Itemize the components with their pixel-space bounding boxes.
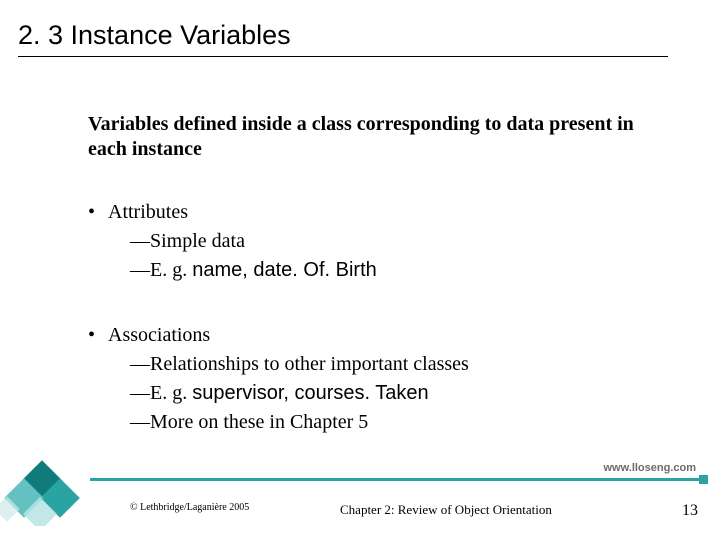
divider-bar bbox=[90, 478, 706, 481]
sub-text: E. g. bbox=[150, 259, 192, 281]
bullet-label: Associations bbox=[108, 321, 210, 350]
slide-title: 2. 3 Instance Variables bbox=[18, 20, 291, 51]
sub-item: —Relationships to other important classe… bbox=[88, 350, 648, 379]
bullet-label: Attributes bbox=[108, 198, 188, 227]
corner-decoration-icon bbox=[0, 446, 108, 526]
site-url: www.lloseng.com bbox=[604, 462, 697, 474]
bullet-item: • Attributes bbox=[88, 198, 648, 227]
sub-text-code: supervisor, courses. Taken bbox=[192, 382, 428, 404]
bullet-group: • Associations —Relationships to other i… bbox=[88, 321, 648, 437]
dash-icon: — bbox=[130, 350, 150, 379]
sub-text-code: name, date. Of. Birth bbox=[192, 259, 377, 281]
dash-icon: — bbox=[130, 256, 150, 285]
sub-item: —E. g. name, date. Of. Birth bbox=[88, 256, 648, 285]
slide: 2. 3 Instance Variables Variables define… bbox=[0, 0, 720, 540]
intro-text: Variables defined inside a class corresp… bbox=[88, 112, 648, 162]
sub-item: —More on these in Chapter 5 bbox=[88, 408, 648, 437]
bullet-group: • Attributes —Simple data —E. g. name, d… bbox=[88, 198, 648, 285]
sub-item: —Simple data bbox=[88, 227, 648, 256]
dash-icon: — bbox=[130, 227, 150, 256]
chapter-text: Chapter 2: Review of Object Orientation bbox=[340, 502, 552, 518]
dash-icon: — bbox=[130, 408, 150, 437]
sub-text: Simple data bbox=[150, 230, 245, 252]
bullet-dot-icon: • bbox=[88, 198, 108, 227]
sub-text: More on these in Chapter 5 bbox=[150, 411, 368, 433]
sub-text: Relationships to other important classes bbox=[150, 353, 469, 375]
sub-text: E. g. bbox=[150, 382, 192, 404]
copyright-text: © Lethbridge/Laganière 2005 bbox=[130, 502, 249, 513]
page-number: 13 bbox=[682, 502, 698, 520]
sub-item: —E. g. supervisor, courses. Taken bbox=[88, 379, 648, 408]
dash-icon: — bbox=[130, 379, 150, 408]
title-underline bbox=[18, 56, 668, 57]
bullet-item: • Associations bbox=[88, 321, 648, 350]
bullet-dot-icon: • bbox=[88, 321, 108, 350]
slide-body: Variables defined inside a class corresp… bbox=[88, 112, 648, 437]
